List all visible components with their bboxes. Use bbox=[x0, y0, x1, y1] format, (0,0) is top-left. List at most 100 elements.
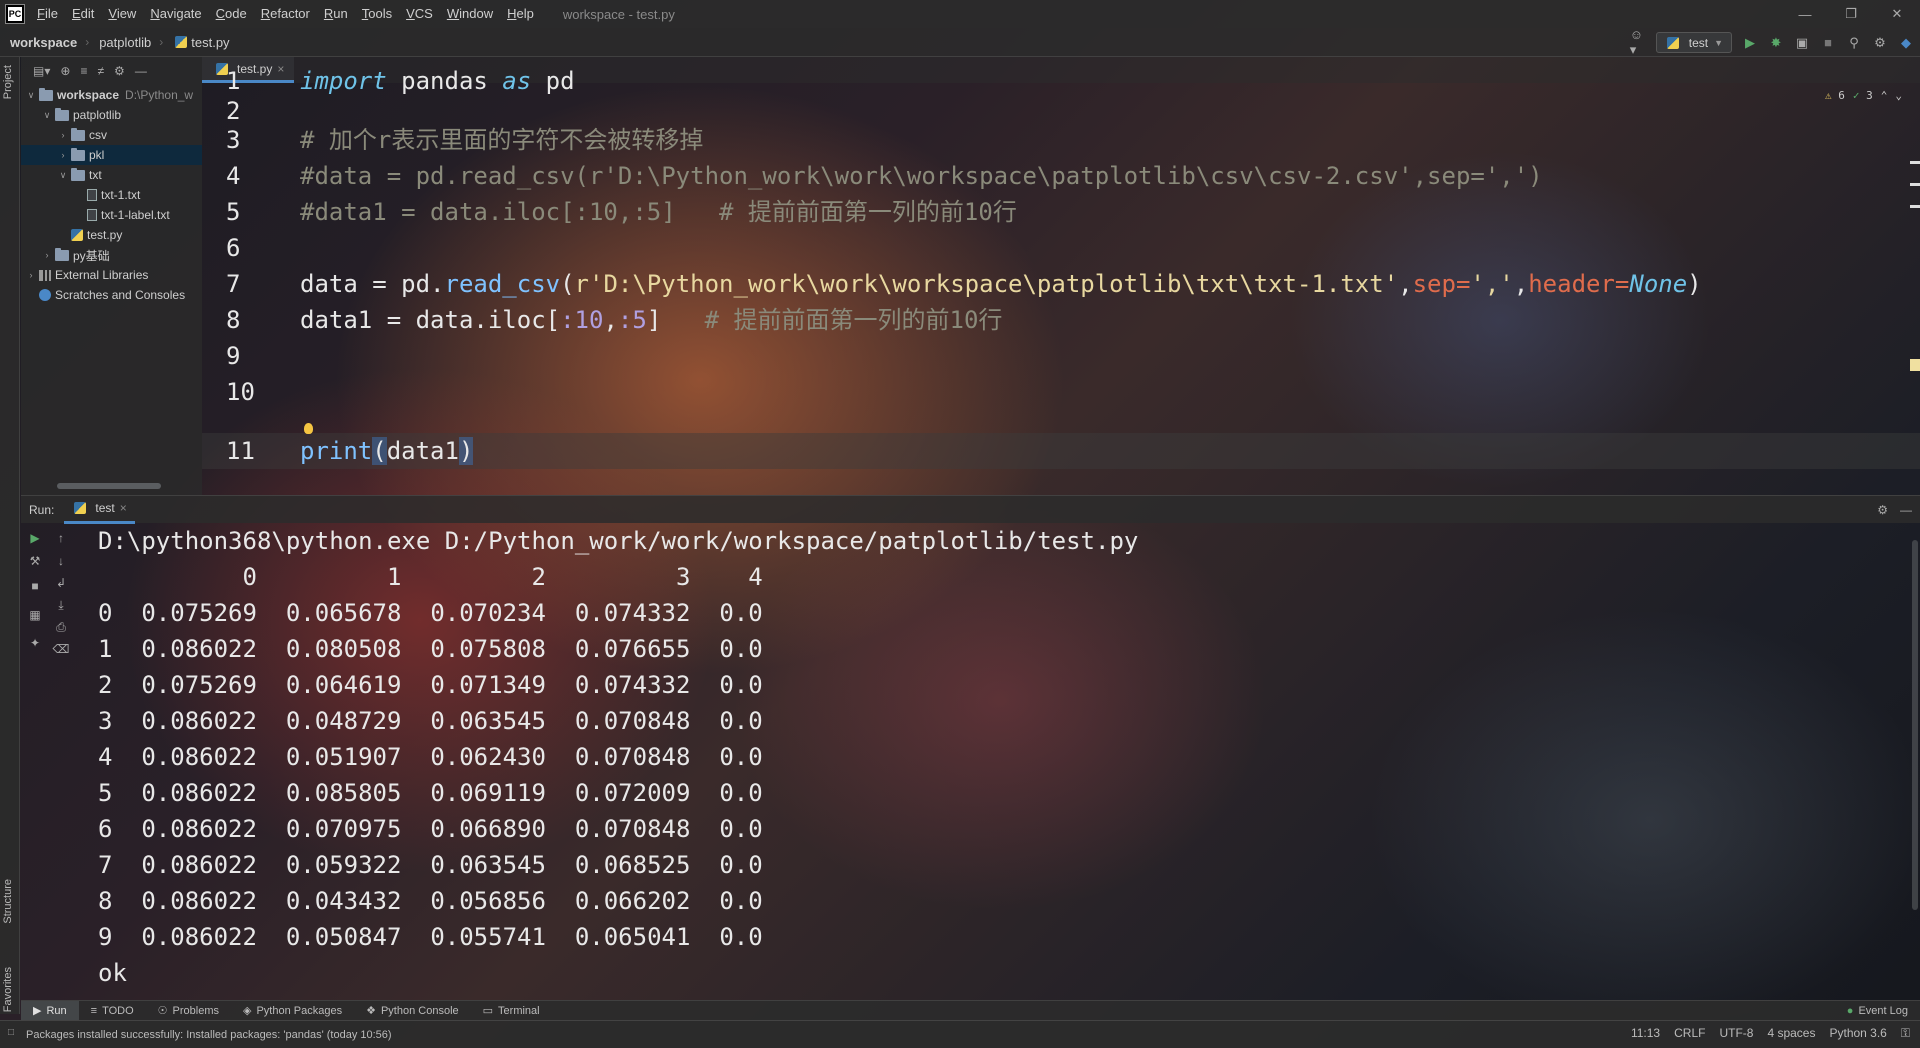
scrollbar-marker[interactable] bbox=[1910, 205, 1920, 208]
inspection-widget[interactable]: ⚠ 6 ✓ 3 ⌃ ⌄ bbox=[1825, 89, 1902, 102]
tool-tab-terminal[interactable]: ▭ Terminal bbox=[471, 1001, 552, 1021]
tree-item[interactable]: ∨ patplotlib bbox=[21, 105, 202, 125]
project-view-selector[interactable]: ▤▾ bbox=[33, 64, 50, 78]
menu-vcs[interactable]: VCS bbox=[399, 0, 440, 28]
layout-icon[interactable]: ▦ bbox=[27, 607, 43, 623]
minimize-icon[interactable]: — bbox=[1782, 0, 1828, 28]
wrench-icon[interactable]: ⚒ bbox=[27, 553, 43, 569]
indent-setting[interactable]: 4 spaces bbox=[1767, 1026, 1815, 1040]
console-line: 1 0.086022 0.080508 0.075808 0.076655 0.… bbox=[98, 635, 763, 663]
chevron-down-icon[interactable]: ∨ bbox=[57, 170, 69, 181]
chevron-right-icon[interactable]: › bbox=[41, 250, 53, 260]
tree-item[interactable]: › csv bbox=[21, 125, 202, 145]
trash-icon[interactable]: ⌫ bbox=[53, 641, 70, 657]
scrollbar-marker[interactable] bbox=[1910, 359, 1920, 371]
breadcrumb-workspace[interactable]: workspace bbox=[0, 35, 77, 50]
code-editor[interactable]: 1 2 3 4 5 6 7 8 9 10 11 import pandas as… bbox=[202, 67, 1920, 495]
chevron-down-icon[interactable]: ⌄ bbox=[1895, 89, 1902, 102]
line-separator[interactable]: CRLF bbox=[1674, 1026, 1705, 1040]
tool-tab-problems[interactable]: ☉ Problems bbox=[146, 1001, 231, 1021]
lock-icon[interactable]: ⚿ bbox=[1901, 1026, 1910, 1041]
horizontal-scrollbar[interactable] bbox=[57, 483, 161, 489]
tree-item[interactable]: txt-1.txt bbox=[21, 185, 202, 205]
tool-tab-python-console[interactable]: ❖ Python Console bbox=[354, 1001, 471, 1021]
run-icon[interactable]: ▶ bbox=[1742, 35, 1758, 51]
coverage-icon[interactable]: ▣ bbox=[1794, 35, 1810, 51]
tool-tab-python-packages[interactable]: ◈ Python Packages bbox=[231, 1001, 354, 1021]
close-icon[interactable]: ✕ bbox=[1874, 0, 1920, 28]
status-message[interactable]: Packages installed successfully: Install… bbox=[0, 1029, 392, 1041]
chevron-down-icon[interactable]: ∨ bbox=[41, 110, 53, 121]
vertical-scrollbar[interactable] bbox=[1912, 540, 1918, 910]
menu-help[interactable]: Help bbox=[500, 0, 541, 28]
locate-icon[interactable]: ⊕ bbox=[60, 64, 70, 78]
run-config-selector[interactable]: test ▼ bbox=[1655, 32, 1732, 53]
close-tab-icon[interactable]: × bbox=[277, 62, 284, 76]
tree-item[interactable]: Scratches and Consoles bbox=[21, 285, 202, 305]
tool-tab-project[interactable]: Project bbox=[2, 65, 14, 99]
menu-view[interactable]: View bbox=[101, 0, 143, 28]
stop-icon[interactable]: ■ bbox=[1820, 35, 1836, 51]
chevron-up-icon[interactable]: ⌃ bbox=[1881, 89, 1888, 102]
tree-item[interactable]: test.py bbox=[21, 225, 202, 245]
menu-edit[interactable]: Edit bbox=[65, 0, 101, 28]
menu-tools[interactable]: Tools bbox=[355, 0, 399, 28]
debug-icon[interactable]: ✸ bbox=[1768, 35, 1784, 51]
tool-tab-structure[interactable]: Structure bbox=[2, 879, 14, 924]
menu-code[interactable]: Code bbox=[209, 0, 254, 28]
user-icon[interactable]: ☺▾ bbox=[1630, 27, 1646, 57]
problems-icon: ☉ bbox=[157, 1005, 168, 1017]
tree-item[interactable]: › External Libraries bbox=[21, 265, 202, 285]
tool-tab-favorites[interactable]: Favorites bbox=[2, 967, 14, 1012]
down-arrow-icon[interactable]: ↓ bbox=[53, 553, 69, 569]
file-encoding[interactable]: UTF-8 bbox=[1719, 1026, 1753, 1040]
print-icon[interactable]: ⎙ bbox=[53, 619, 69, 635]
breadcrumb-patplotlib[interactable]: patplotlib bbox=[89, 35, 151, 50]
window-title: workspace - test.py bbox=[562, 6, 675, 22]
hide-icon[interactable]: — bbox=[1900, 503, 1912, 517]
pin-icon[interactable]: ✦ bbox=[27, 635, 43, 651]
tool-tab-event-log[interactable]: ● Event Log bbox=[1847, 1001, 1908, 1021]
chevron-right-icon[interactable]: › bbox=[57, 150, 69, 160]
stop-icon[interactable]: ■ bbox=[27, 578, 43, 594]
gear-icon[interactable]: ⚙ bbox=[114, 64, 125, 78]
status-toggle-icon[interactable]: □ bbox=[8, 1027, 14, 1038]
chevron-down-icon[interactable]: ∨ bbox=[25, 90, 37, 101]
tree-item[interactable]: › pkl bbox=[21, 145, 202, 165]
breadcrumb-test-py[interactable]: test.py bbox=[163, 35, 230, 50]
menu-run[interactable]: Run bbox=[317, 0, 355, 28]
console-output[interactable]: D:\python368\python.exe D:/Python_work/w… bbox=[98, 523, 1138, 991]
search-icon[interactable]: ⚲ bbox=[1846, 35, 1862, 51]
scrollbar-marker[interactable] bbox=[1910, 161, 1920, 164]
run-tab-test[interactable]: test × bbox=[64, 496, 135, 524]
tree-item[interactable]: txt-1-label.txt bbox=[21, 205, 202, 225]
tree-item[interactable]: ∨ workspace D:\Python_w bbox=[21, 85, 202, 105]
tree-item[interactable]: › py基础 bbox=[21, 245, 202, 265]
tree-item[interactable]: ∨ txt bbox=[21, 165, 202, 185]
menu-refactor[interactable]: Refactor bbox=[254, 0, 317, 28]
chevron-right-icon[interactable]: › bbox=[57, 130, 69, 140]
code-text: ] bbox=[646, 306, 662, 334]
settings-icon[interactable]: ⚙ bbox=[1872, 35, 1888, 51]
expand-all-icon[interactable]: ≡ bbox=[80, 64, 87, 78]
tool-tab-todo[interactable]: ≡ TODO bbox=[79, 1001, 146, 1021]
menu-window[interactable]: Window bbox=[440, 0, 500, 28]
gear-icon[interactable]: ⚙ bbox=[1877, 503, 1888, 517]
toolbox-icon[interactable]: ◆ bbox=[1898, 35, 1914, 51]
chevron-right-icon[interactable]: › bbox=[25, 270, 37, 280]
up-arrow-icon[interactable]: ↑ bbox=[53, 530, 69, 546]
close-tab-icon[interactable]: × bbox=[120, 501, 127, 515]
hide-icon[interactable]: — bbox=[135, 64, 147, 78]
scrollbar-marker[interactable] bbox=[1910, 183, 1920, 186]
menu-file[interactable]: File bbox=[30, 0, 65, 28]
scroll-to-end-icon[interactable]: ⤓ bbox=[53, 597, 69, 613]
tool-tab-run[interactable]: ▶ Run bbox=[21, 1000, 79, 1021]
python-interpreter[interactable]: Python 3.6 bbox=[1829, 1026, 1886, 1040]
menu-navigate[interactable]: Navigate bbox=[143, 0, 208, 28]
restore-icon[interactable]: ❐ bbox=[1828, 0, 1874, 28]
collapse-all-icon[interactable]: ≠ bbox=[97, 64, 104, 78]
rerun-icon[interactable]: ▶ bbox=[27, 530, 43, 546]
caret-position[interactable]: 11:13 bbox=[1631, 1026, 1660, 1040]
console-line: 7 0.086022 0.059322 0.063545 0.068525 0.… bbox=[98, 851, 763, 879]
soft-wrap-icon[interactable]: ↲ bbox=[53, 575, 69, 591]
